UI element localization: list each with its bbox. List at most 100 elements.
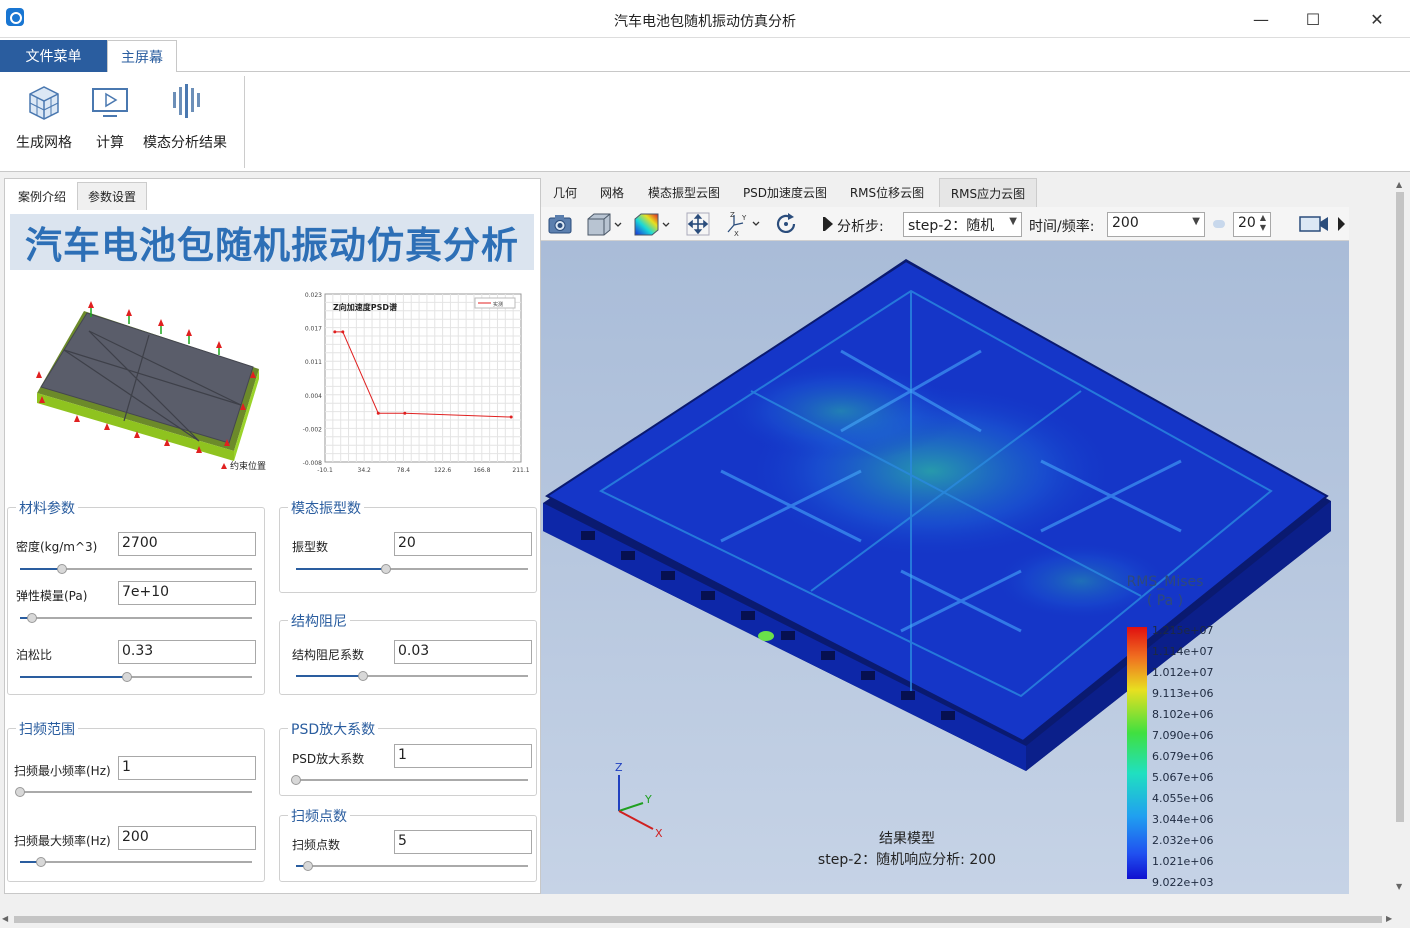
- mesh-cube-icon: [24, 80, 64, 124]
- density-slider[interactable]: [20, 564, 252, 574]
- step-select[interactable]: step-2：随机 ▼: [903, 212, 1022, 237]
- damping-coef-input[interactable]: 0.03: [394, 640, 532, 664]
- result-caption-title: 结果模型: [879, 831, 935, 847]
- scroll-up-icon[interactable]: ▲: [1396, 180, 1402, 189]
- mode-count-slider[interactable]: [296, 564, 528, 574]
- step-toggle-icon[interactable]: [821, 210, 837, 238]
- sweep-points-input[interactable]: 5: [394, 830, 532, 854]
- psd-factor-group: PSD放大系数 PSD放大系数 1: [279, 719, 537, 796]
- legend-value: 5.067e+06: [1152, 771, 1214, 784]
- modal-bars-icon: [165, 80, 205, 124]
- damping-title: 结构阻尼: [288, 611, 350, 631]
- mode-count-label: 振型数: [292, 540, 329, 554]
- camera-icon[interactable]: [545, 210, 575, 238]
- scroll-right-icon[interactable]: ▶: [1386, 914, 1392, 923]
- axis-view-icon[interactable]: ZY X: [721, 210, 763, 238]
- legend-value: 9.113e+06: [1152, 687, 1214, 700]
- modulus-input[interactable]: 7e+10: [118, 581, 256, 605]
- animation-slider-icon[interactable]: [1211, 210, 1227, 238]
- maximize-button[interactable]: ☐: [1290, 0, 1336, 38]
- tab-param-settings[interactable]: 参数设置: [77, 182, 147, 210]
- sweep-points-group: 扫频点数 扫频点数 5: [279, 806, 537, 882]
- minimize-button[interactable]: —: [1238, 0, 1284, 38]
- modal-result-label: 模态分析结果: [143, 135, 227, 151]
- svg-text:Z: Z: [730, 211, 735, 219]
- compute-button[interactable]: 计算: [90, 80, 130, 152]
- psd-x-tick: 166.8: [473, 467, 490, 474]
- legend-value: 2.032e+06: [1152, 834, 1214, 847]
- horizontal-scrollbar[interactable]: ◀ ▶: [0, 912, 1410, 926]
- tab-case-intro[interactable]: 案例介绍: [7, 182, 77, 210]
- damping-coef-slider[interactable]: [296, 671, 528, 681]
- psd-x-tick: 34.2: [358, 467, 372, 474]
- time-freq-select[interactable]: 200 ▼: [1107, 212, 1205, 237]
- max-freq-input[interactable]: 200: [118, 826, 256, 850]
- psd-data-point: [341, 330, 345, 334]
- legend-value: 1.215e+07: [1152, 624, 1214, 637]
- tab-modal-contour[interactable]: 模态振型云图: [639, 178, 729, 207]
- tab-rms-disp-contour[interactable]: RMS位移云图: [841, 178, 933, 207]
- spin-arrows-icon[interactable]: ▲ ▼: [1260, 213, 1266, 233]
- pan-icon[interactable]: [683, 210, 713, 238]
- scroll-down-icon[interactable]: ▼: [1396, 882, 1402, 891]
- view-cube-icon[interactable]: [583, 210, 625, 238]
- psd-y-tick: 0.017: [305, 326, 322, 333]
- legend-value: 6.079e+06: [1152, 750, 1214, 763]
- poisson-slider[interactable]: [20, 672, 252, 682]
- poisson-label: 泊松比: [16, 648, 53, 662]
- constraint-legend: 约束位置: [230, 460, 266, 471]
- title-bar: 汽车电池包随机振动仿真分析 — ☐ ✕: [0, 0, 1410, 38]
- frame-spinbox[interactable]: 20 ▲ ▼: [1233, 212, 1271, 237]
- mode-count-input[interactable]: 20: [394, 532, 532, 556]
- result-pane: 几何 网格 模态振型云图 PSD加速度云图 RMS位移云图 RMS应力云图 ZY…: [541, 178, 1349, 894]
- legend-value: 1.021e+06: [1152, 855, 1214, 868]
- legend-value: 4.055e+06: [1152, 792, 1214, 805]
- tab-rms-stress-contour[interactable]: RMS应力云图: [939, 178, 1037, 207]
- 3d-viewport[interactable]: Z Y X RMS_Mises ( Pa ) 1.215e+07 1.114e+0…: [541, 241, 1349, 894]
- tab-geometry[interactable]: 几何: [545, 178, 585, 207]
- vertical-scroll-thumb[interactable]: [1396, 192, 1404, 822]
- psd-factor-input[interactable]: 1: [394, 744, 532, 768]
- sweep-range-title: 扫频范围: [16, 719, 78, 739]
- psd-x-tick: -10.1: [317, 467, 333, 474]
- generate-mesh-button[interactable]: 生成网格: [16, 80, 72, 152]
- min-freq-input[interactable]: 1: [118, 756, 256, 780]
- scroll-left-icon[interactable]: ◀: [2, 914, 8, 923]
- min-freq-slider[interactable]: [15, 787, 252, 797]
- tab-file-menu[interactable]: 文件菜单: [0, 40, 107, 72]
- chevron-down-icon: ▼: [1192, 216, 1200, 227]
- legend-value: 7.090e+06: [1152, 729, 1214, 742]
- close-button[interactable]: ✕: [1354, 0, 1400, 38]
- chevron-down-icon: ▼: [1009, 216, 1017, 227]
- max-freq-slider[interactable]: [20, 857, 252, 867]
- contour-style-icon[interactable]: [631, 210, 673, 238]
- rotate-icon[interactable]: [771, 210, 801, 238]
- density-input[interactable]: 2700: [118, 532, 256, 556]
- poisson-input[interactable]: 0.33: [118, 640, 256, 664]
- vertical-scrollbar[interactable]: ▲ ▼: [1393, 178, 1407, 894]
- modulus-label: 弹性模量(Pa): [16, 589, 88, 603]
- svg-text:X: X: [734, 230, 739, 237]
- psd-factor-title: PSD放大系数: [288, 719, 379, 739]
- psd-data-point: [376, 411, 380, 415]
- psd-chart: Z向加速度PSD谱 实测 0.023 0.017 0.011 0.004 -0.002 -0.…: [303, 292, 530, 474]
- tab-mesh[interactable]: 网格: [591, 178, 633, 207]
- sweep-points-slider[interactable]: [296, 861, 528, 871]
- psd-chart-title: Z向加速度PSD谱: [333, 302, 397, 312]
- psd-y-tick: -0.008: [303, 460, 323, 467]
- video-record-icon[interactable]: [1297, 210, 1331, 238]
- generate-mesh-label: 生成网格: [16, 135, 72, 151]
- legend-colorbar: [1127, 627, 1147, 879]
- max-freq-label: 扫频最大频率(Hz): [14, 834, 111, 848]
- psd-y-tick: 0.023: [305, 292, 322, 299]
- psd-legend-label: 实测: [493, 301, 503, 308]
- tab-home[interactable]: 主屏幕: [107, 40, 177, 72]
- modal-result-button[interactable]: 模态分析结果: [143, 80, 227, 152]
- more-icon[interactable]: [1335, 210, 1347, 238]
- legend-value: 8.102e+06: [1152, 708, 1214, 721]
- axis-z-label: Z: [615, 761, 623, 774]
- horizontal-scroll-thumb[interactable]: [14, 916, 1382, 923]
- psd-factor-slider[interactable]: [291, 775, 528, 785]
- tab-psd-accel-contour[interactable]: PSD加速度云图: [735, 178, 835, 207]
- modulus-slider[interactable]: [20, 613, 252, 623]
